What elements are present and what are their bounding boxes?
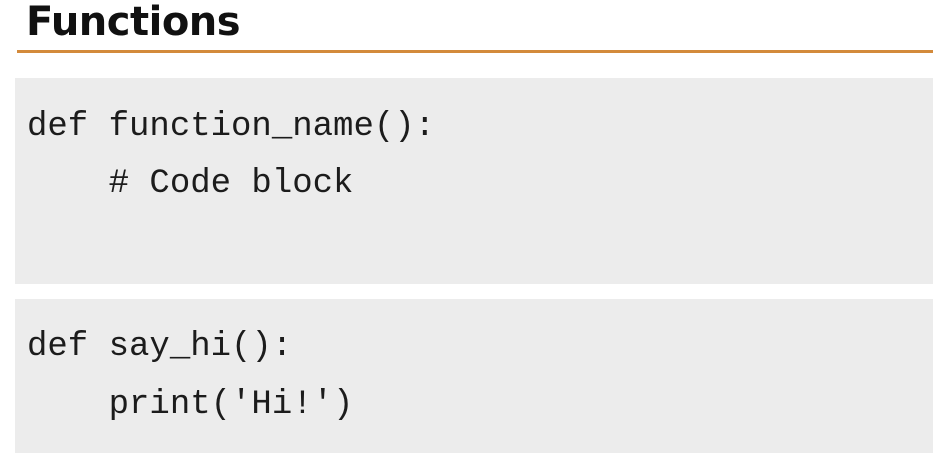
code-line: def function_name(): <box>27 108 436 146</box>
page-title: Functions <box>26 0 241 45</box>
code-line: # Code block <box>27 165 354 203</box>
slide: Functions def function_name(): # Code bl… <box>0 0 933 453</box>
code-block-function-syntax: def function_name(): # Code block <box>15 78 933 284</box>
code-line: print('Hi!') <box>27 386 354 424</box>
code-line: def say_hi(): <box>27 328 293 366</box>
code-block-say-hi-example: def say_hi(): print('Hi!') <box>15 299 933 453</box>
title-divider <box>17 50 933 53</box>
